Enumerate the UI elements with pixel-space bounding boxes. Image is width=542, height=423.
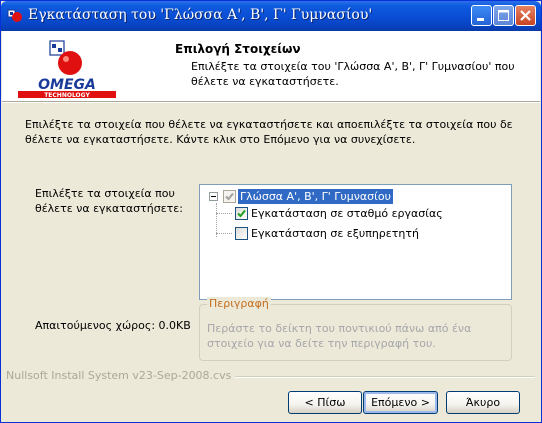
intro-text: Επιλέξτε τα στοιχεία που θέλετε να εγκατ… xyxy=(25,118,513,146)
description-text: Περάστε το δείκτη του ποντικιού πάνω από… xyxy=(207,322,472,350)
tree-connector xyxy=(216,233,232,234)
tree-node-server[interactable]: Εγκατάσταση σε εξυπηρετητή xyxy=(249,226,421,241)
components-tree[interactable]: Γλώσσα Α', Β', Γ' Γυμνασίου Εγκατάσταση … xyxy=(199,184,512,300)
tree-connector xyxy=(216,213,232,214)
branding-text: Nullsoft Install System v23-Sep-2008.cvs xyxy=(6,369,236,382)
close-button[interactable] xyxy=(515,5,536,26)
tree-connector xyxy=(216,203,217,237)
minimize-button[interactable] xyxy=(471,5,492,26)
omega-logo: OMEGA TECHNOLOGY xyxy=(18,40,116,99)
tree-collapse-icon[interactable] xyxy=(209,192,218,201)
tree-node-workstation[interactable]: Εγκατάσταση σε σταθμό εργασίας xyxy=(249,206,445,221)
cancel-button[interactable]: Άκυρο xyxy=(446,391,520,414)
maximize-button[interactable] xyxy=(493,5,514,26)
close-icon xyxy=(520,10,531,21)
logo-text: OMEGA xyxy=(38,77,96,93)
minimize-icon xyxy=(477,18,484,21)
workstation-checkbox[interactable] xyxy=(235,207,248,220)
check-icon xyxy=(237,209,246,218)
header-divider xyxy=(2,101,540,103)
maximize-icon xyxy=(498,10,509,21)
title-bar[interactable]: Εγκατάσταση του 'Γλώσσα Α', Β', Γ' Γυμνα… xyxy=(1,1,541,31)
page-subtitle: Επιλέξτε τα στοιχεία του 'Γλώσσα Α', Β',… xyxy=(191,60,515,88)
root-checkbox[interactable] xyxy=(223,190,236,203)
logo-subtext: TECHNOLOGY xyxy=(44,92,90,99)
installer-window: Εγκατάσταση του 'Γλώσσα Α', Β', Γ' Γυμνα… xyxy=(0,0,542,423)
description-legend: Περιγραφή xyxy=(207,297,271,310)
next-button[interactable]: Επόμενο > xyxy=(363,391,438,414)
header-panel: OMEGA TECHNOLOGY Επιλογή Στοιχείων Επιλέ… xyxy=(2,31,540,102)
window-title: Εγκατάσταση του 'Γλώσσα Α', Β', Γ' Γυμνα… xyxy=(28,7,373,23)
page-title: Επιλογή Στοιχείων xyxy=(175,42,301,56)
components-label: Επιλέξτε τα στοιχεία που θέλετε να εγκατ… xyxy=(35,187,183,215)
server-checkbox[interactable] xyxy=(235,227,248,240)
back-button[interactable]: < Πίσω xyxy=(288,391,362,414)
partial-check-icon xyxy=(225,192,234,201)
space-required: Απαιτούμενος χώρος: 0.0KB xyxy=(35,319,191,332)
installer-app-icon xyxy=(7,8,23,24)
tree-node-root[interactable]: Γλώσσα Α', Β', Γ' Γυμνασίου xyxy=(238,189,393,204)
